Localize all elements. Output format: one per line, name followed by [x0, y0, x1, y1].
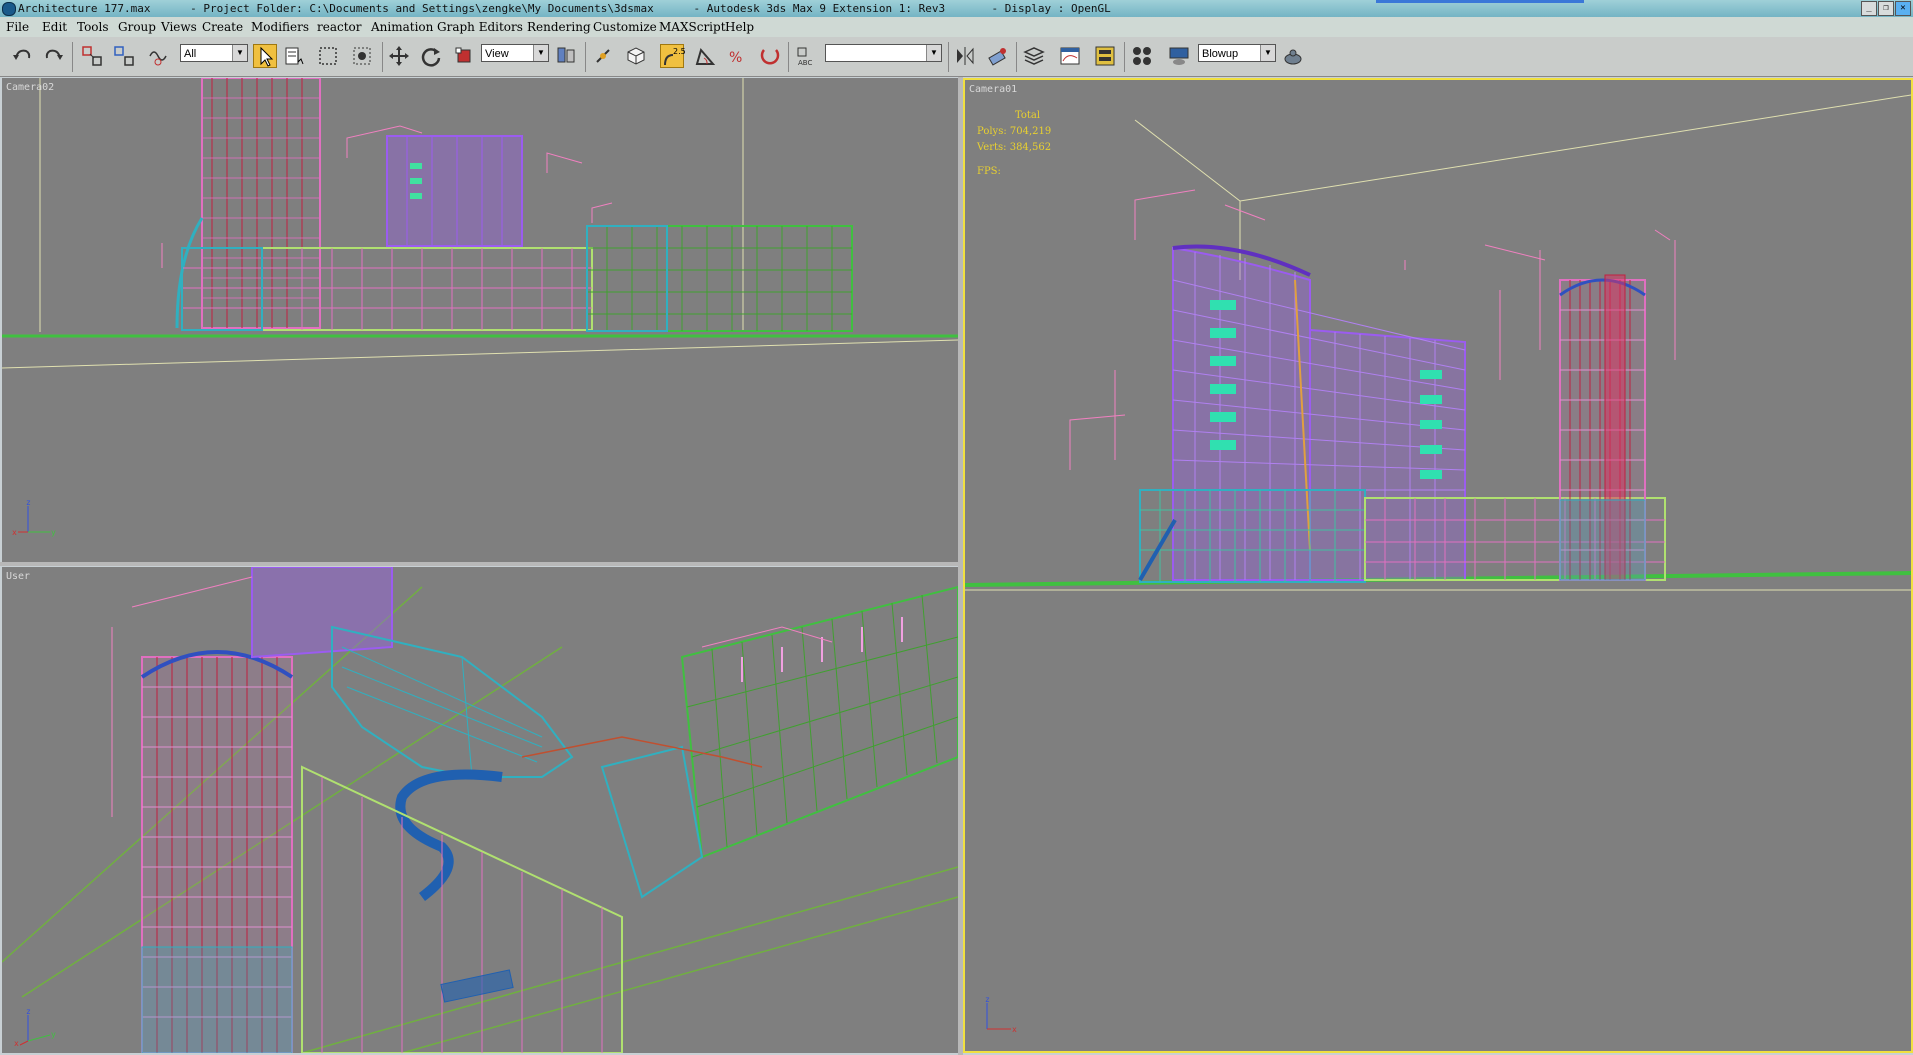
- move-icon[interactable]: [387, 44, 411, 68]
- close-button[interactable]: ✕: [1895, 1, 1911, 16]
- menu-edit[interactable]: Edit: [42, 17, 67, 37]
- select-by-name-icon[interactable]: [283, 44, 307, 68]
- scale-icon[interactable]: [452, 44, 476, 68]
- bind-spacewarp-icon[interactable]: [146, 44, 170, 68]
- menu-rendering[interactable]: Rendering: [527, 17, 591, 37]
- svg-text:z: z: [26, 1007, 31, 1016]
- schematic-view-icon[interactable]: [1093, 44, 1117, 68]
- axis-tripod-icon: z y x: [14, 1007, 56, 1047]
- curve-editor-icon[interactable]: [1058, 44, 1082, 68]
- stats-verts: Verts: 384,562: [977, 142, 1052, 153]
- menu-animation[interactable]: Animation: [371, 17, 433, 37]
- menu-graph-editors[interactable]: Graph Editors: [437, 17, 523, 37]
- undo-icon[interactable]: [10, 44, 34, 68]
- rotate-icon[interactable]: [419, 44, 443, 68]
- svg-text:ABC: ABC: [798, 59, 812, 67]
- viewport-label[interactable]: Camera02: [6, 82, 54, 93]
- toolbar-separator: [788, 42, 789, 72]
- manipulate-icon[interactable]: [591, 44, 615, 68]
- restore-button[interactable]: ❐: [1878, 1, 1894, 16]
- menu-customize[interactable]: Customize: [593, 17, 657, 37]
- viewport-divider-horizontal[interactable]: [0, 562, 958, 566]
- select-object-icon[interactable]: [253, 44, 277, 68]
- menu-views[interactable]: Views: [161, 17, 197, 37]
- named-selection-dropdown[interactable]: ▼: [825, 44, 942, 62]
- spinner-snap-icon[interactable]: [758, 44, 782, 68]
- selection-filter-dropdown[interactable]: All ▼: [180, 44, 248, 62]
- quick-render-icon[interactable]: [1281, 44, 1305, 68]
- axis-tripod-icon: z x: [985, 995, 1017, 1034]
- stats-fps: FPS:: [977, 166, 1001, 177]
- wireframe-scene: [965, 94, 1911, 591]
- chevron-down-icon: ▼: [232, 45, 247, 61]
- reference-coord-dropdown[interactable]: View ▼: [481, 44, 549, 62]
- svg-text:x: x: [12, 528, 17, 537]
- material-editor-icon[interactable]: [1130, 44, 1154, 68]
- svg-text:y: y: [51, 528, 56, 537]
- mirror-icon[interactable]: [953, 44, 977, 68]
- menu-help[interactable]: Help: [725, 17, 754, 37]
- viewport-camera02[interactable]: Camera02 z y x: [2, 78, 958, 562]
- viewport-user[interactable]: User z y x: [2, 567, 958, 1053]
- menu-maxscript[interactable]: MAXScript: [659, 17, 726, 37]
- toolbar-separator: [72, 42, 73, 72]
- toolbar-separator: [1016, 42, 1017, 72]
- stats-polys: Polys: 704,219: [977, 126, 1052, 137]
- svg-text:2.5: 2.5: [673, 47, 685, 56]
- unlink-icon[interactable]: [112, 44, 136, 68]
- toolbar-separator: [585, 42, 586, 72]
- svg-text:x: x: [1012, 1025, 1017, 1034]
- menu-bar: File Edit Tools Group Views Create Modif…: [0, 17, 1913, 37]
- snap-toggle-icon[interactable]: 2.5: [660, 44, 686, 68]
- viewport-camera01[interactable]: Camera01 Total Polys: 704,219 Verts: 384…: [963, 78, 1913, 1053]
- wireframe-scene: [2, 567, 958, 1053]
- viewport-label[interactable]: User: [6, 571, 30, 582]
- angle-snap-icon[interactable]: [693, 44, 717, 68]
- edit-named-selection-icon[interactable]: ABC: [794, 44, 818, 68]
- menu-file[interactable]: File: [6, 17, 29, 37]
- render-scene-icon[interactable]: [1167, 44, 1191, 68]
- svg-text:z: z: [26, 498, 31, 507]
- stats-heading: Total: [1015, 110, 1041, 121]
- render-preset-dropdown[interactable]: Blowup ▼: [1198, 44, 1276, 62]
- minimize-button[interactable]: _: [1861, 1, 1877, 16]
- chevron-down-icon: ▼: [1260, 45, 1275, 61]
- rect-region-icon[interactable]: [316, 44, 340, 68]
- svg-text:x: x: [14, 1039, 19, 1047]
- align-icon[interactable]: [986, 44, 1010, 68]
- toolbar-separator: [948, 42, 949, 72]
- keyboard-shortcut-icon[interactable]: [624, 44, 648, 68]
- layer-manager-icon[interactable]: [1022, 44, 1046, 68]
- menu-reactor[interactable]: reactor: [317, 17, 362, 37]
- svg-text:z: z: [985, 995, 990, 1004]
- axis-tripod-icon: z y x: [12, 498, 56, 537]
- menu-group[interactable]: Group: [118, 17, 156, 37]
- menu-create[interactable]: Create: [202, 17, 243, 37]
- menu-tools[interactable]: Tools: [77, 17, 109, 37]
- chevron-down-icon: ▼: [533, 45, 548, 61]
- select-link-icon[interactable]: [80, 44, 104, 68]
- menu-modifiers[interactable]: Modifiers: [251, 17, 309, 37]
- title-bar: Architecture 177.max - Project Folder: C…: [0, 0, 1913, 17]
- viewport-label[interactable]: Camera01: [969, 84, 1017, 95]
- svg-text:%: %: [729, 50, 742, 66]
- chevron-down-icon: ▼: [926, 45, 941, 61]
- redo-icon[interactable]: [42, 44, 66, 68]
- toolbar-separator: [382, 42, 383, 72]
- pivot-icon[interactable]: [554, 44, 578, 68]
- window-title: Architecture 177.max - Project Folder: C…: [18, 2, 1111, 15]
- svg-text:y: y: [51, 1030, 56, 1039]
- percent-snap-icon[interactable]: %: [725, 44, 749, 68]
- window-crossing-icon[interactable]: [350, 44, 374, 68]
- wireframe-scene: [2, 78, 958, 369]
- toolbar-separator: [1124, 42, 1125, 72]
- title-highlight: [1376, 0, 1584, 3]
- app-icon[interactable]: [2, 2, 16, 16]
